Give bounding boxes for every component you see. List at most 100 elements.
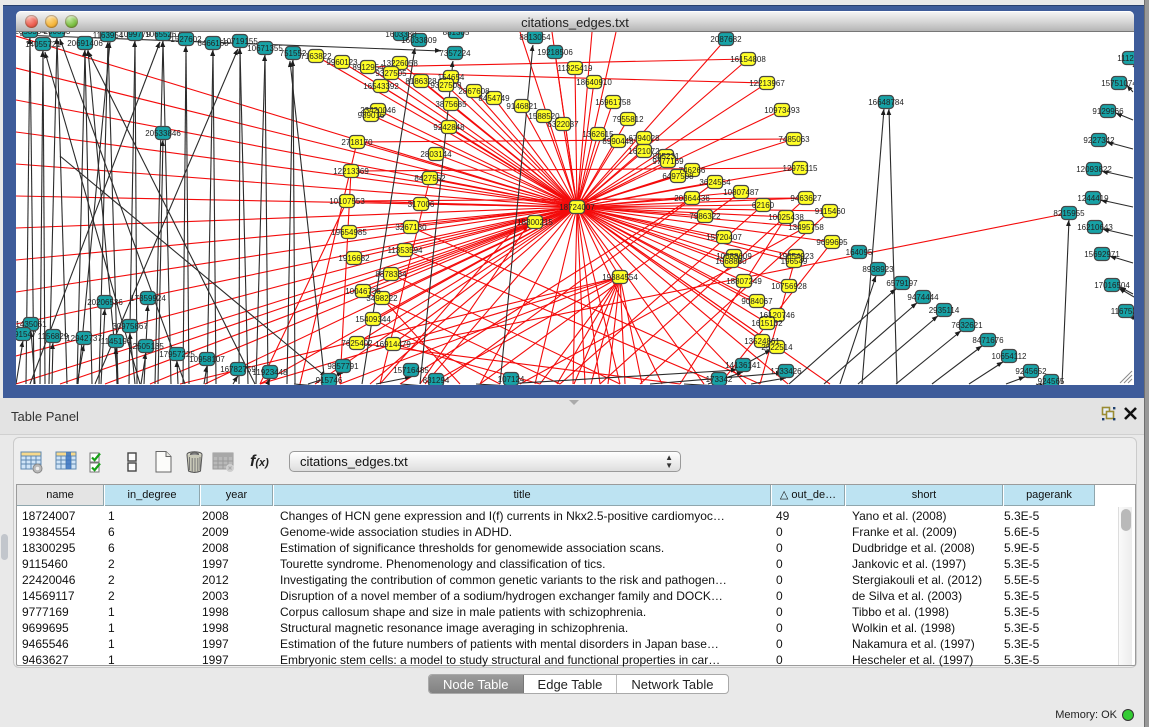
svg-text:8878334: 8878334 [375, 270, 407, 279]
svg-text:9327508: 9327508 [430, 81, 462, 90]
svg-text:196549: 196549 [781, 257, 808, 266]
svg-text:10756928: 10756928 [771, 282, 807, 291]
svg-text:7955812: 7955812 [612, 115, 644, 124]
svg-text:10958107: 10958107 [189, 355, 225, 364]
svg-text:15720407: 15720407 [706, 233, 742, 242]
svg-text:12093822: 12093822 [1076, 165, 1112, 174]
svg-text:9777169: 9777169 [652, 157, 684, 166]
svg-text:13495758: 13495758 [788, 223, 824, 232]
svg-text:3875685: 3875685 [435, 100, 467, 109]
svg-text:2718170: 2718170 [341, 138, 373, 147]
svg-text:1068860: 1068860 [715, 257, 747, 266]
svg-text:1916682: 1916682 [338, 254, 370, 263]
svg-text:1156829: 1156829 [38, 332, 69, 341]
svg-text:17016504: 17016504 [1094, 281, 1130, 290]
svg-text:9227342: 9227342 [1083, 136, 1115, 145]
svg-text:19654985: 19654985 [331, 228, 367, 237]
svg-text:30975867: 30975867 [112, 322, 148, 331]
svg-text:989016: 989016 [358, 111, 385, 120]
svg-text:9463627: 9463627 [790, 194, 822, 203]
svg-text:62160: 62160 [752, 201, 775, 210]
svg-text:9474444: 9474444 [907, 293, 939, 302]
svg-text:2522514: 2522514 [761, 343, 793, 352]
svg-text:8215955: 8215955 [1053, 209, 1085, 218]
svg-text:12213369: 12213369 [333, 167, 369, 176]
svg-text:9242848: 9242848 [433, 123, 465, 132]
svg-text:9115460: 9115460 [815, 207, 846, 216]
svg-text:317006: 317006 [408, 200, 435, 209]
svg-text:11325419: 11325419 [558, 64, 594, 73]
svg-text:16914479: 16914479 [375, 340, 411, 349]
svg-text:16782759: 16782759 [220, 365, 256, 374]
svg-text:10025438: 10025438 [768, 213, 804, 222]
svg-text:10973493: 10973493 [764, 106, 800, 115]
svg-text:16033809: 16033809 [401, 36, 437, 45]
svg-text:2087682: 2087682 [710, 35, 742, 44]
svg-text:20533846: 20533846 [145, 129, 181, 138]
svg-text:924565: 924565 [1038, 377, 1065, 385]
svg-text:15409344: 15409344 [355, 315, 391, 324]
svg-text:18807249: 18807249 [726, 277, 762, 286]
svg-text:20691406: 20691406 [67, 39, 103, 48]
svg-text:17359924: 17359924 [130, 294, 166, 303]
svg-text:10107553: 10107553 [329, 197, 365, 206]
svg-text:2053384: 2053384 [16, 32, 46, 36]
svg-text:20206536: 20206536 [87, 298, 123, 307]
svg-text:1244419: 1244419 [1077, 194, 1109, 203]
svg-text:1615132: 1615132 [751, 319, 783, 328]
svg-text:16154808: 16154808 [730, 55, 766, 64]
svg-text:107124: 107124 [498, 375, 525, 384]
svg-text:7485063: 7485063 [778, 135, 810, 144]
svg-text:14136141: 14136141 [725, 361, 761, 370]
svg-text:15716485: 15716485 [393, 366, 429, 375]
svg-text:15692971: 15692971 [1084, 250, 1120, 259]
svg-text:7357224: 7357224 [439, 49, 471, 58]
svg-text:6497508: 6497508 [662, 172, 694, 181]
svg-text:7625402: 7625402 [341, 339, 373, 348]
svg-text:19218506: 19218506 [537, 48, 573, 57]
svg-text:12213967: 12213967 [749, 79, 785, 88]
svg-text:12942737: 12942737 [66, 334, 102, 343]
svg-text:16543392: 16543392 [363, 82, 399, 91]
svg-text:1435061: 1435061 [16, 320, 47, 329]
svg-text:3624554: 3624554 [699, 178, 731, 187]
svg-text:10671355: 10671355 [247, 44, 283, 53]
svg-text:391547: 391547 [16, 330, 37, 339]
svg-text:9857791: 9857791 [327, 362, 359, 371]
svg-text:15751074: 15751074 [1101, 79, 1134, 88]
svg-text:16210643: 16210643 [1077, 223, 1113, 232]
svg-text:9129966: 9129966 [1092, 107, 1124, 116]
svg-text:1145194: 1145194 [101, 337, 132, 346]
svg-text:881305: 881305 [443, 32, 470, 37]
svg-text:8938923: 8938923 [862, 265, 894, 274]
svg-text:16961758: 16961758 [595, 98, 631, 107]
svg-text:16648784: 16648784 [868, 98, 904, 107]
svg-text:831294: 831294 [423, 376, 450, 385]
svg-text:9699695: 9699695 [816, 238, 848, 247]
svg-text:8471676: 8471676 [972, 336, 1004, 345]
svg-text:6322037: 6322037 [547, 120, 579, 129]
svg-text:7986322: 7986322 [689, 212, 721, 221]
svg-text:10807487: 10807487 [723, 188, 759, 197]
svg-text:6794028: 6794028 [628, 134, 660, 143]
svg-text:3267130: 3267130 [395, 223, 427, 232]
svg-text:20364436: 20364436 [674, 194, 710, 203]
svg-text:9245652: 9245652 [1015, 367, 1047, 376]
svg-text:173342: 173342 [706, 375, 733, 384]
svg-text:111236: 111236 [1117, 54, 1134, 63]
svg-text:9327505: 9327505 [375, 69, 407, 78]
svg-text:10654112: 10654112 [992, 352, 1028, 361]
svg-text:915746: 915746 [316, 376, 343, 385]
svg-text:7632621: 7632621 [951, 321, 983, 330]
svg-text:12975115: 12975115 [783, 164, 819, 173]
svg-text:6579197: 6579197 [886, 279, 918, 288]
svg-text:19384554: 19384554 [602, 273, 638, 282]
svg-text:100353: 100353 [44, 32, 71, 36]
svg-text:1733426: 1733426 [770, 367, 802, 376]
svg-text:13226058: 13226058 [382, 59, 418, 68]
svg-text:9146821: 9146821 [506, 102, 538, 111]
svg-text:18300215: 18300215 [517, 218, 553, 227]
svg-text:18724007: 18724007 [559, 203, 595, 212]
svg-text:18640910: 18640910 [576, 78, 612, 87]
svg-text:164095: 164095 [846, 248, 873, 257]
